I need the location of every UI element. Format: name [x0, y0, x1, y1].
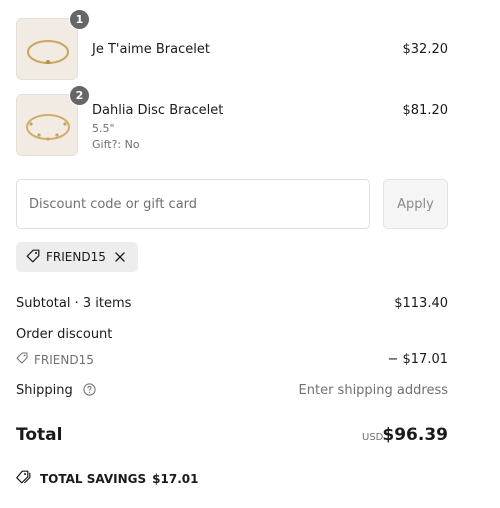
total-savings-amount: $17.01	[152, 471, 199, 486]
tag-icon	[26, 249, 40, 266]
help-circle-icon[interactable]	[83, 383, 96, 400]
subtotal-label: Subtotal · 3 items	[16, 296, 132, 311]
apply-discount-button[interactable]: Apply	[383, 179, 448, 229]
item-variant-gift: Gift?: No	[92, 138, 140, 151]
product-image	[16, 94, 78, 156]
subtotal-row: Subtotal · 3 items $113.40	[16, 296, 448, 311]
close-icon[interactable]	[114, 251, 126, 263]
discount-code-row: FRIEND15 − $17.01	[16, 352, 448, 367]
applied-discount-chip: FRIEND15	[16, 242, 138, 272]
item-name: Je T'aime Bracelet	[92, 42, 210, 57]
discount-code-label: FRIEND15	[34, 352, 94, 367]
item-price: $32.20	[402, 42, 449, 57]
line-item: 2 Dahlia Disc Bracelet 5.5" Gift?: No $8…	[16, 85, 449, 156]
applied-discount-code: FRIEND15	[46, 250, 106, 264]
total-savings-label: TOTAL SAVINGS	[40, 471, 147, 486]
currency-code: USD	[362, 432, 384, 443]
line-item: 1 Je T'aime Bracelet $32.20	[16, 9, 449, 80]
total-label: Total	[16, 425, 63, 445]
item-variant-size: 5.5"	[92, 122, 115, 135]
shipping-value: Enter shipping address	[298, 383, 448, 398]
discount-code-input[interactable]	[16, 179, 370, 229]
order-discount-label: Order discount	[16, 327, 113, 342]
quantity-badge: 2	[69, 85, 90, 106]
order-discount-row: Order discount	[16, 327, 448, 342]
discount-value: − $17.01	[387, 352, 448, 367]
item-name: Dahlia Disc Bracelet	[92, 103, 224, 118]
shipping-row: Shipping Enter shipping address	[16, 383, 448, 400]
tag-icon	[16, 352, 28, 367]
product-image	[16, 18, 78, 80]
item-price: $81.20	[402, 103, 449, 118]
product-thumbnail: 2	[16, 85, 90, 156]
tag-icon	[16, 470, 32, 487]
total-savings: TOTAL SAVINGS $17.01	[16, 470, 198, 487]
total-value: $96.39	[382, 425, 448, 445]
quantity-badge: 1	[69, 9, 90, 30]
shipping-label: Shipping	[16, 383, 73, 398]
product-thumbnail: 1	[16, 9, 90, 80]
subtotal-value: $113.40	[394, 296, 448, 311]
